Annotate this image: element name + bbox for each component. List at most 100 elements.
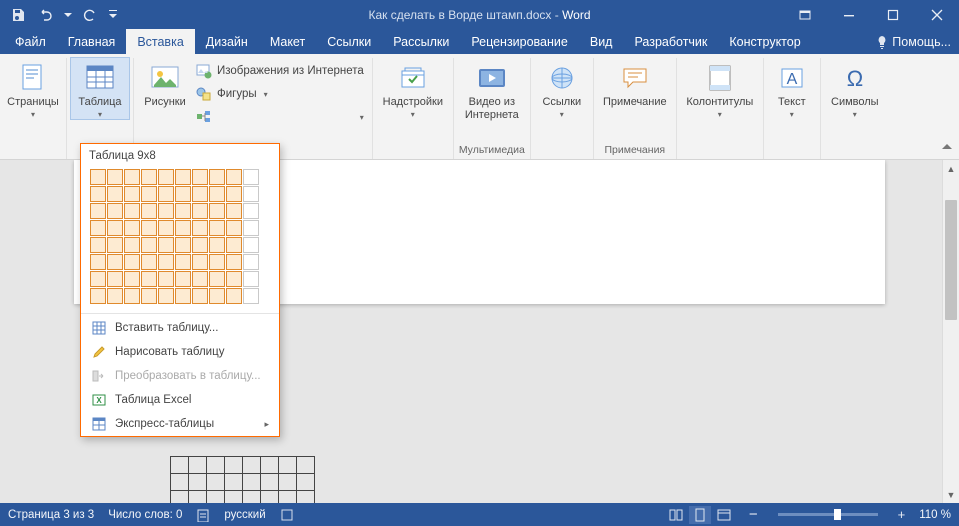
save-button[interactable] xyxy=(6,3,30,27)
grid-cell[interactable] xyxy=(209,271,225,287)
tab-constructor[interactable]: Конструктор xyxy=(718,29,811,54)
zoom-level[interactable]: 110 % xyxy=(919,509,951,521)
grid-cell[interactable] xyxy=(90,186,106,202)
addins-button[interactable]: Надстройки ▾ xyxy=(377,58,449,119)
grid-cell[interactable] xyxy=(158,203,174,219)
web-layout-button[interactable] xyxy=(713,506,735,524)
scroll-thumb[interactable] xyxy=(945,200,957,320)
grid-cell[interactable] xyxy=(192,288,208,304)
grid-cell[interactable] xyxy=(175,271,191,287)
grid-cell[interactable] xyxy=(107,237,123,253)
grid-cell[interactable] xyxy=(124,288,140,304)
grid-cell[interactable] xyxy=(226,186,242,202)
print-layout-button[interactable] xyxy=(689,506,711,524)
grid-cell[interactable] xyxy=(209,203,225,219)
text-button[interactable]: A Текст ▾ xyxy=(768,58,816,119)
insert-table-menu[interactable]: Вставить таблицу... xyxy=(81,316,279,340)
grid-cell[interactable] xyxy=(90,203,106,219)
grid-cell[interactable] xyxy=(175,237,191,253)
pictures-button[interactable]: Рисунки xyxy=(138,58,192,109)
grid-cell[interactable] xyxy=(192,271,208,287)
grid-cell[interactable] xyxy=(107,288,123,304)
collapse-ribbon-button[interactable] xyxy=(939,139,955,155)
grid-cell[interactable] xyxy=(158,169,174,185)
grid-cell[interactable] xyxy=(107,169,123,185)
tab-view[interactable]: Вид xyxy=(579,29,624,54)
grid-cell[interactable] xyxy=(209,220,225,236)
tab-review[interactable]: Рецензирование xyxy=(460,29,579,54)
excel-table-menu[interactable]: X Таблица Excel xyxy=(81,388,279,412)
grid-cell[interactable] xyxy=(158,237,174,253)
draw-table-menu[interactable]: Нарисовать таблицу xyxy=(81,340,279,364)
scroll-up-button[interactable]: ▲ xyxy=(943,160,959,177)
read-mode-button[interactable] xyxy=(665,506,687,524)
grid-cell[interactable] xyxy=(141,220,157,236)
grid-cell[interactable] xyxy=(175,169,191,185)
grid-cell[interactable] xyxy=(192,220,208,236)
grid-cell[interactable] xyxy=(226,220,242,236)
grid-cell[interactable] xyxy=(209,169,225,185)
tell-me[interactable]: Помощь... xyxy=(876,35,951,49)
grid-cell[interactable] xyxy=(209,186,225,202)
grid-cell[interactable] xyxy=(192,186,208,202)
grid-cell[interactable] xyxy=(158,271,174,287)
grid-cell[interactable] xyxy=(141,186,157,202)
track-changes-indicator[interactable] xyxy=(280,508,294,522)
page-indicator[interactable]: Страница 3 из 3 xyxy=(8,509,94,521)
shapes-button[interactable]: Фигуры ▾ xyxy=(192,83,368,105)
minimize-button[interactable] xyxy=(827,0,871,29)
grid-cell[interactable] xyxy=(141,169,157,185)
grid-cell[interactable] xyxy=(90,237,106,253)
tab-file[interactable]: Файл xyxy=(4,29,57,54)
scroll-down-button[interactable]: ▼ xyxy=(943,486,959,503)
grid-cell[interactable] xyxy=(192,169,208,185)
maximize-button[interactable] xyxy=(871,0,915,29)
table-grid-picker[interactable] xyxy=(81,166,279,311)
quick-tables-menu[interactable]: Экспресс-таблицы ▸ xyxy=(81,412,279,436)
vertical-scrollbar[interactable]: ▲ ▼ xyxy=(942,160,959,503)
grid-cell[interactable] xyxy=(243,271,259,287)
links-button[interactable]: Ссылки ▾ xyxy=(535,58,589,119)
grid-cell[interactable] xyxy=(90,220,106,236)
grid-cell[interactable] xyxy=(243,169,259,185)
grid-cell[interactable] xyxy=(209,237,225,253)
comment-button[interactable]: Примечание xyxy=(598,58,672,109)
grid-cell[interactable] xyxy=(124,203,140,219)
grid-cell[interactable] xyxy=(141,288,157,304)
zoom-slider[interactable] xyxy=(778,513,878,516)
ribbon-display-button[interactable] xyxy=(783,0,827,29)
undo-more-button[interactable] xyxy=(62,3,74,27)
header-footer-button[interactable]: Колонтитулы ▾ xyxy=(681,58,759,119)
grid-cell[interactable] xyxy=(158,254,174,270)
close-button[interactable] xyxy=(915,0,959,29)
grid-cell[interactable] xyxy=(90,271,106,287)
grid-cell[interactable] xyxy=(226,271,242,287)
grid-cell[interactable] xyxy=(90,254,106,270)
tab-design[interactable]: Дизайн xyxy=(195,29,259,54)
redo-button[interactable] xyxy=(78,3,102,27)
word-count[interactable]: Число слов: 0 xyxy=(108,509,182,521)
grid-cell[interactable] xyxy=(209,254,225,270)
grid-cell[interactable] xyxy=(158,186,174,202)
online-video-button[interactable]: Видео из Интернета xyxy=(458,58,526,121)
grid-cell[interactable] xyxy=(243,186,259,202)
grid-cell[interactable] xyxy=(107,203,123,219)
tab-developer[interactable]: Разработчик xyxy=(623,29,718,54)
grid-cell[interactable] xyxy=(107,186,123,202)
grid-cell[interactable] xyxy=(107,220,123,236)
grid-cell[interactable] xyxy=(107,254,123,270)
grid-cell[interactable] xyxy=(158,220,174,236)
zoom-knob[interactable] xyxy=(834,509,841,520)
undo-button[interactable] xyxy=(34,3,58,27)
grid-cell[interactable] xyxy=(192,203,208,219)
table-button[interactable]: Таблица ▾ xyxy=(71,58,129,119)
smartart-button[interactable]: ▾ xyxy=(192,106,368,128)
grid-cell[interactable] xyxy=(175,288,191,304)
grid-cell[interactable] xyxy=(175,203,191,219)
qat-customize-button[interactable] xyxy=(106,3,120,27)
tab-mailings[interactable]: Рассылки xyxy=(382,29,460,54)
grid-cell[interactable] xyxy=(124,220,140,236)
grid-cell[interactable] xyxy=(124,237,140,253)
symbols-button[interactable]: Ω Символы ▾ xyxy=(825,58,885,119)
grid-cell[interactable] xyxy=(124,169,140,185)
